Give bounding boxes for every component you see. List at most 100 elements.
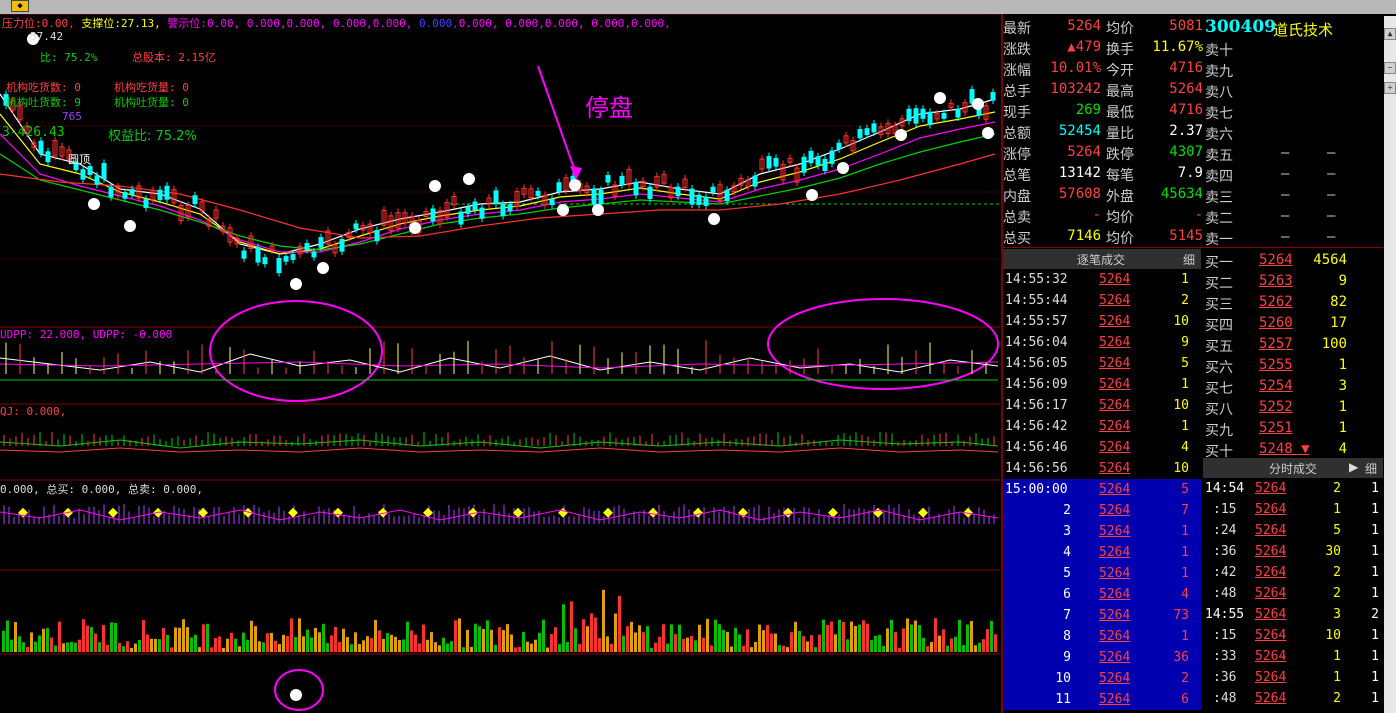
tick-volume: 2 — [1181, 671, 1189, 686]
volume-bar — [254, 626, 257, 652]
minute-price: 5264 — [1255, 628, 1287, 643]
sell-level-row[interactable]: 卖六 — [1205, 122, 1385, 143]
sell-level-row[interactable]: 卖一 – – — [1205, 227, 1385, 248]
volume-bar — [358, 644, 361, 652]
buy-level-row[interactable]: 买六 5255 1 — [1205, 355, 1385, 376]
buy-level-row[interactable]: 买二 5263 9 — [1205, 271, 1385, 292]
table-row[interactable]: 14:56:56 5264 10 — [1003, 458, 1201, 479]
table-row-selected[interactable]: 5 5264 1 — [1003, 563, 1201, 584]
table-row[interactable]: 14:56:05 5264 5 — [1003, 353, 1201, 374]
minute-volume: 2 — [1333, 565, 1341, 580]
minute-detail-button[interactable]: 细 — [1365, 460, 1377, 477]
minute-volume: 2 — [1333, 586, 1341, 601]
buy-level-row[interactable]: 买五 5257 100 — [1205, 334, 1385, 355]
scroll-up-icon[interactable]: ▲ — [1384, 28, 1396, 40]
list-item[interactable]: 14:54 5264 2 1 — [1203, 478, 1383, 499]
table-row-selected[interactable]: 3 5264 1 — [1003, 521, 1201, 542]
table-row-selected[interactable]: 8 5264 1 — [1003, 626, 1201, 647]
list-item[interactable]: :36 5264 1 1 — [1203, 667, 1383, 688]
buy-level-row[interactable]: 买七 5254 3 — [1205, 376, 1385, 397]
kline-chart-area[interactable] — [0, 14, 1000, 713]
list-item[interactable]: :48 5264 2 1 — [1203, 688, 1383, 709]
sell-level-price: – — [1281, 229, 1290, 245]
buy-level-price[interactable]: 5260 — [1259, 315, 1293, 331]
table-row-selected[interactable]: 6 5264 4 — [1003, 584, 1201, 605]
buy-level-row[interactable]: 买十 5248 ▼ 4 — [1205, 439, 1385, 460]
list-item[interactable]: :33 5264 1 1 — [1203, 646, 1383, 667]
buy-level-price[interactable]: 5262 — [1259, 294, 1293, 310]
table-row[interactable]: 14:56:09 5264 1 — [1003, 374, 1201, 395]
expand-icon[interactable]: + — [1384, 82, 1396, 94]
sell-level-row[interactable]: 卖十 — [1205, 38, 1385, 59]
volume-bar — [570, 601, 573, 652]
table-row[interactable]: 14:55:32 5264 1 — [1003, 269, 1201, 290]
app-logo-icon[interactable]: ◆ — [11, 0, 29, 12]
buy-level-price[interactable]: 5248 ▼ — [1259, 441, 1310, 457]
buy-level-price[interactable]: 5255 — [1259, 357, 1293, 373]
volume-bar — [262, 642, 265, 652]
table-row[interactable]: 14:56:42 5264 1 — [1003, 416, 1201, 437]
list-item[interactable]: :42 5264 2 1 — [1203, 562, 1383, 583]
list-item[interactable]: :24 5264 5 1 — [1203, 520, 1383, 541]
buy-level-price[interactable]: 5252 — [1259, 399, 1293, 415]
candle-body — [766, 156, 772, 169]
buy-level-row[interactable]: 买一 5264 4564 — [1205, 250, 1385, 271]
list-item[interactable]: :48 5264 2 1 — [1203, 583, 1383, 604]
list-item[interactable]: :36 5264 30 1 — [1203, 541, 1383, 562]
minute-count: 1 — [1371, 523, 1379, 538]
volume-bar — [314, 627, 317, 652]
table-row[interactable]: 14:55:44 5264 2 — [1003, 290, 1201, 311]
table-row-selected[interactable]: 11 5264 6 — [1003, 689, 1201, 710]
buy-level-price[interactable]: 5264 — [1259, 252, 1293, 268]
buy-level-price[interactable]: 5257 — [1259, 336, 1293, 352]
table-row-selected[interactable]: 15:00:00 5264 5 — [1003, 479, 1201, 500]
sell-level-row[interactable]: 卖三 – – — [1205, 185, 1385, 206]
buy-level-row[interactable]: 买九 5251 1 — [1205, 418, 1385, 439]
sell-level-row[interactable]: 卖七 — [1205, 101, 1385, 122]
sell-level-row[interactable]: 卖九 — [1205, 59, 1385, 80]
list-item[interactable]: 14:55 5264 3 2 — [1203, 604, 1383, 625]
vertical-scrollbar[interactable]: ▲ − + — [1384, 16, 1396, 713]
tick-detail-button[interactable]: 细 — [1183, 251, 1195, 268]
tick-price: 5264 — [1099, 608, 1131, 623]
minute-trade-list[interactable]: 分时成交 ▶ 细 14:54 5264 2 1:15 5264 1 1:24 5264 5 1:3… — [1203, 458, 1383, 709]
volume-bar — [566, 642, 569, 652]
volume-bar — [858, 624, 861, 652]
quote-label: 最低 — [1106, 105, 1134, 121]
table-row-selected[interactable]: 4 5264 1 — [1003, 542, 1201, 563]
sell-level-row[interactable]: 卖二 – – — [1205, 206, 1385, 227]
table-row-selected[interactable]: 2 5264 7 — [1003, 500, 1201, 521]
sell-level-row[interactable]: 卖四 – – — [1205, 164, 1385, 185]
table-row[interactable]: 14:56:17 5264 10 — [1003, 395, 1201, 416]
candle-body — [80, 169, 86, 180]
table-row-selected[interactable]: 9 5264 36 — [1003, 647, 1201, 668]
play-icon[interactable]: ▶ — [1349, 460, 1358, 474]
table-row[interactable]: 14:56:04 5264 9 — [1003, 332, 1201, 353]
volume-bar — [590, 613, 593, 652]
buy-level-row[interactable]: 买四 5260 17 — [1205, 313, 1385, 334]
buy-level-row[interactable]: 买八 5252 1 — [1205, 397, 1385, 418]
volume-bar — [330, 635, 333, 652]
table-row[interactable]: 14:55:57 5264 10 — [1003, 311, 1201, 332]
table-row-selected[interactable]: 10 5264 2 — [1003, 668, 1201, 689]
buy-level-price[interactable]: 5251 — [1259, 420, 1293, 436]
table-row[interactable]: 14:56:46 5264 4 — [1003, 437, 1201, 458]
buy-level-row[interactable]: 买三 5262 82 — [1205, 292, 1385, 313]
sell-level-row[interactable]: 卖八 — [1205, 80, 1385, 101]
buy-level-price[interactable]: 5263 — [1259, 273, 1293, 289]
volume-bar — [130, 647, 133, 652]
tick-volume: 4 — [1181, 587, 1189, 602]
tick-trade-list[interactable]: 逐笔成交 细 14:55:32 5264 1 14:55:44 5264 2 14:55:5… — [1003, 249, 1201, 710]
collapse-icon[interactable]: − — [1384, 62, 1396, 74]
volume-bar — [598, 638, 601, 652]
table-row-selected[interactable]: 7 5264 73 — [1003, 605, 1201, 626]
sell-level-row[interactable]: 卖五 – – — [1205, 143, 1385, 164]
volume-bar — [974, 645, 977, 652]
list-item[interactable]: :15 5264 10 1 — [1203, 625, 1383, 646]
buy-level-price[interactable]: 5254 — [1259, 378, 1293, 394]
volume-bar — [158, 639, 161, 652]
candle-body — [591, 188, 597, 205]
volume-bar — [290, 618, 293, 652]
list-item[interactable]: :15 5264 1 1 — [1203, 499, 1383, 520]
volume-bar — [490, 629, 493, 652]
